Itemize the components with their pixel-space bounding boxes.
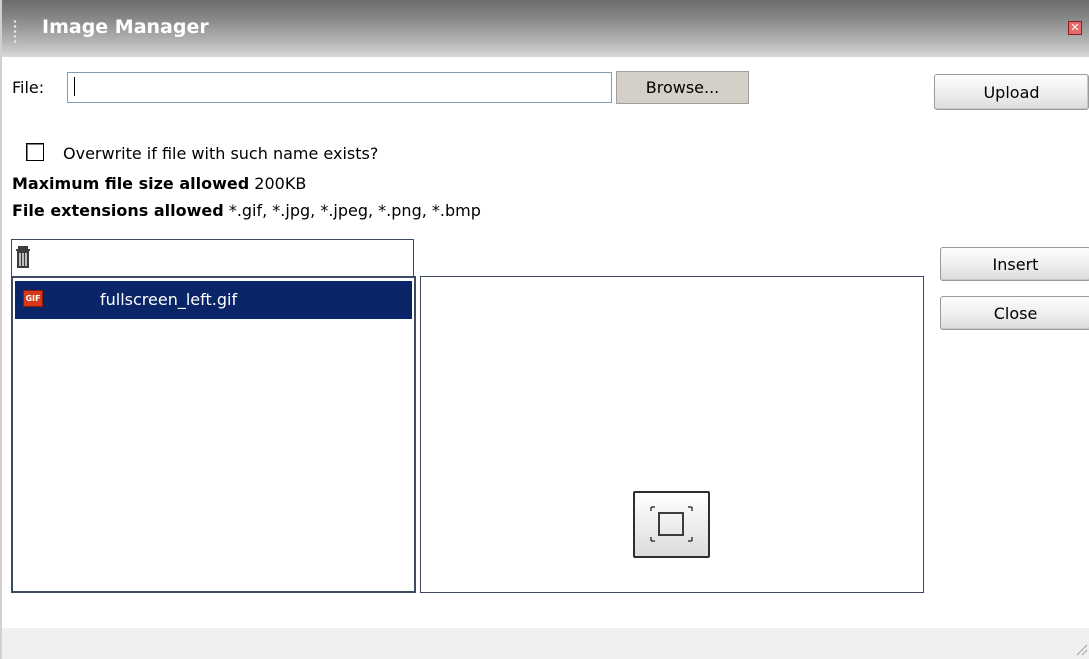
overwrite-checkbox[interactable] (26, 143, 44, 161)
image-manager-window: Image Manager ✕ File: Browse... Upload O… (0, 0, 1089, 659)
file-path-input[interactable] (67, 72, 612, 103)
window-title: Image Manager (42, 16, 209, 38)
fullscreen-icon (650, 506, 693, 542)
window-close-button[interactable]: ✕ (1068, 21, 1082, 35)
upload-button[interactable]: Upload (934, 74, 1089, 110)
close-button[interactable]: Close (940, 296, 1089, 330)
trash-icon[interactable] (16, 246, 30, 268)
fullscreen-toggle-button[interactable] (633, 491, 710, 558)
file-name: fullscreen_left.gif (100, 290, 238, 309)
file-list-toolbar (11, 239, 414, 276)
text-caret (74, 77, 75, 96)
file-extensions-value: *.gif, *.jpg, *.jpeg, *.png, *.bmp (228, 201, 481, 220)
file-extensions-info: File extensions allowed *.gif, *.jpg, *.… (12, 201, 481, 220)
status-bar (2, 628, 1089, 659)
file-extensions-heading: File extensions allowed (12, 201, 224, 220)
max-file-size-heading: Maximum file size allowed (12, 174, 250, 193)
gif-file-icon: GIF (23, 290, 43, 307)
file-list-item[interactable]: GIF fullscreen_left.gif (15, 281, 412, 319)
insert-button[interactable]: Insert (940, 247, 1089, 281)
image-preview-pane (420, 276, 924, 593)
browse-button[interactable]: Browse... (616, 71, 749, 104)
max-file-size-info: Maximum file size allowed 200KB (12, 174, 306, 193)
drag-grip-icon[interactable] (13, 19, 17, 45)
file-label: File: (12, 78, 45, 97)
resize-grip-icon[interactable] (1072, 640, 1088, 656)
overwrite-label[interactable]: Overwrite if file with such name exists? (63, 144, 378, 163)
max-file-size-value: 200KB (254, 174, 307, 193)
title-bar[interactable]: Image Manager ✕ (2, 0, 1089, 57)
file-list[interactable]: GIF fullscreen_left.gif (11, 276, 416, 593)
